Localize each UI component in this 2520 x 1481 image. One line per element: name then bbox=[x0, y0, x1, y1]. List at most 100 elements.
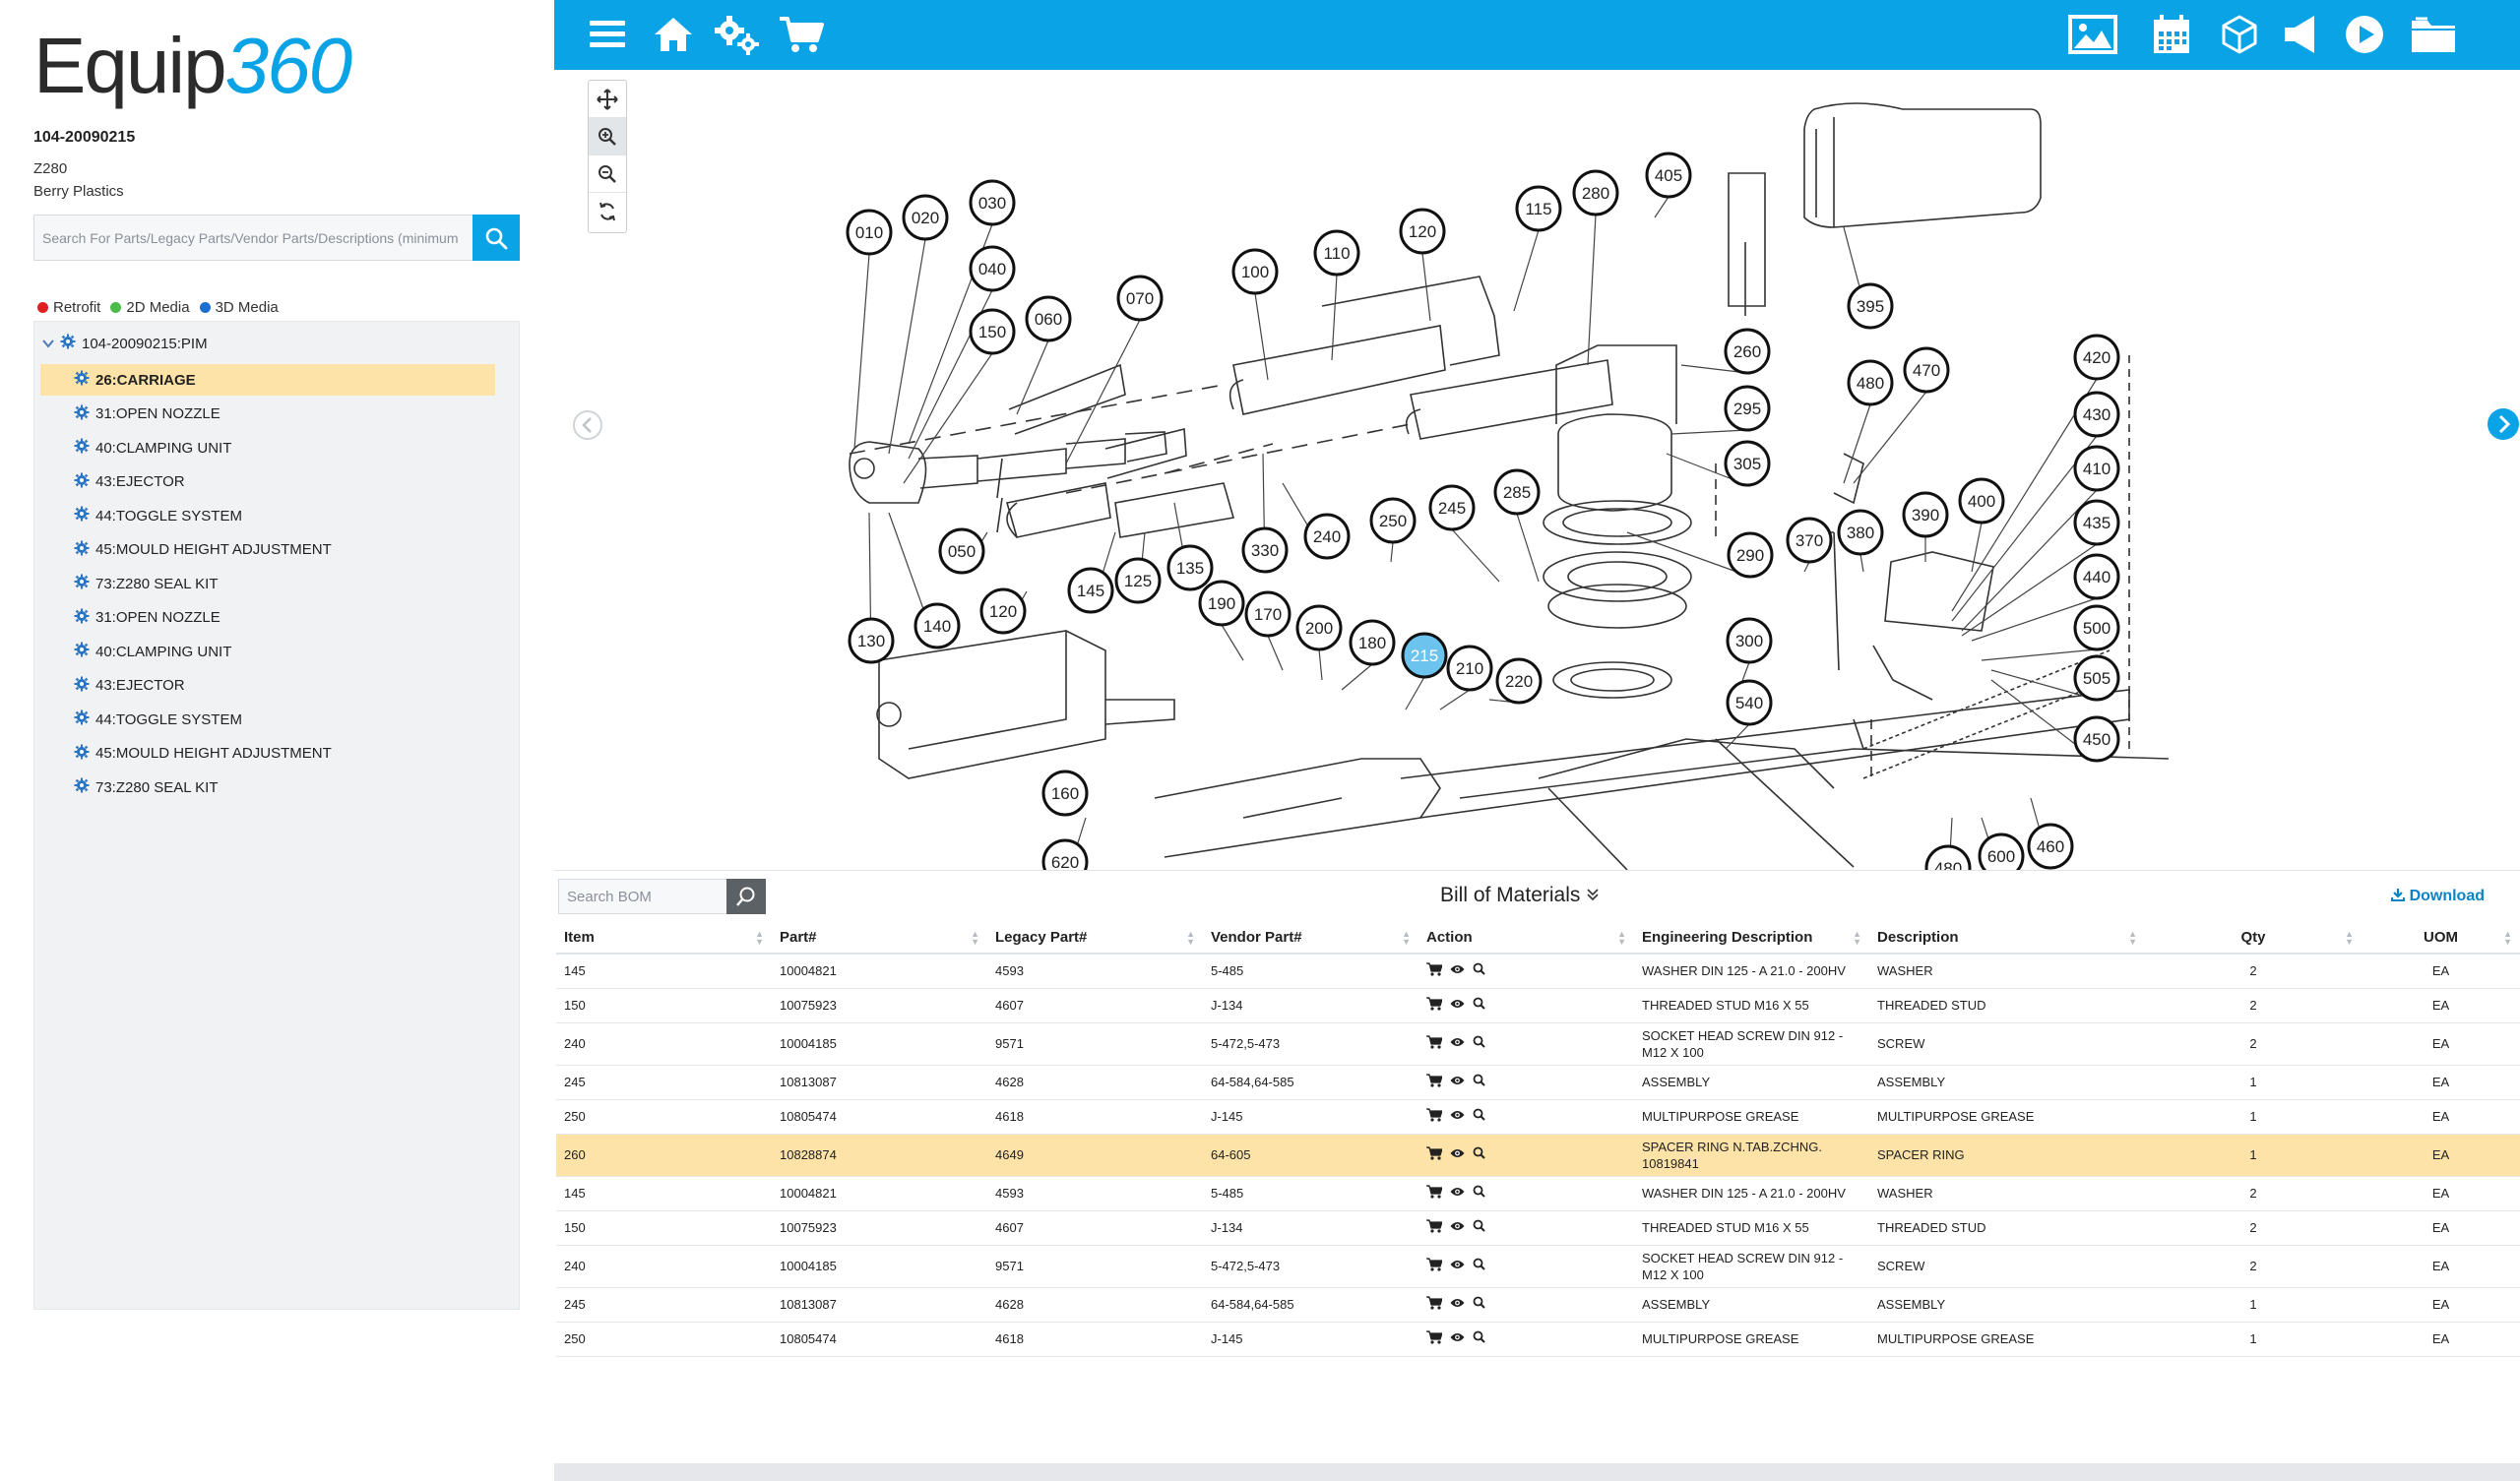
parts-search-button[interactable] bbox=[472, 215, 520, 261]
part-balloon[interactable]: 450 bbox=[2073, 715, 2120, 763]
add-to-cart-icon[interactable] bbox=[1426, 1218, 1442, 1233]
part-balloon[interactable]: 330 bbox=[1241, 526, 1289, 574]
image-icon[interactable] bbox=[2067, 12, 2118, 57]
part-balloon[interactable]: 395 bbox=[1847, 282, 1894, 330]
part-balloon[interactable]: 135 bbox=[1166, 544, 1214, 591]
sort-arrows-icon[interactable]: ▲ ▼ bbox=[2503, 930, 2512, 947]
exploded-diagram-viewer[interactable]: 010 020 030 040 150 060 070 100 110 120 115 280 405 3… bbox=[554, 70, 2520, 870]
add-to-cart-icon[interactable] bbox=[1426, 996, 1442, 1011]
zoom-out-icon[interactable] bbox=[589, 155, 626, 193]
part-balloon[interactable]: 280 bbox=[1572, 169, 1619, 216]
part-balloon[interactable]: 220 bbox=[1495, 657, 1543, 705]
add-to-cart-icon[interactable] bbox=[1426, 1073, 1442, 1087]
part-balloon[interactable]: 480 bbox=[1924, 844, 1972, 870]
view-eye-icon[interactable] bbox=[1450, 1186, 1465, 1198]
part-balloon[interactable]: 050 bbox=[938, 527, 985, 575]
part-balloon[interactable]: 370 bbox=[1786, 517, 1833, 564]
view-eye-icon[interactable] bbox=[1450, 1036, 1465, 1048]
locate-search-icon[interactable] bbox=[1473, 997, 1485, 1010]
prev-page-icon[interactable] bbox=[572, 409, 603, 446]
tree-item[interactable]: 73:Z280 SEAL KIT bbox=[40, 771, 495, 803]
bom-row[interactable]: 240 10004185 9571 5-472,5-473 SOCKET HEAD SC… bbox=[556, 1245, 2520, 1288]
bom-row[interactable]: 145 10004821 4593 5-485 WASHER DIN 125 - A 2… bbox=[556, 954, 2520, 989]
add-to-cart-icon[interactable] bbox=[1426, 1257, 1442, 1271]
tree-item[interactable]: 43:EJECTOR bbox=[40, 466, 495, 498]
locate-search-icon[interactable] bbox=[1473, 1035, 1485, 1048]
tree-item[interactable]: 73:Z280 SEAL KIT bbox=[40, 568, 495, 599]
play-icon[interactable] bbox=[2342, 12, 2387, 57]
column-header[interactable]: Vendor Part# ▲ ▼ bbox=[1203, 922, 1418, 955]
part-balloon[interactable]: 215 bbox=[1401, 632, 1448, 679]
bom-row[interactable]: 250 10805474 4618 J-145 MULTIPURPOSE GREASE M… bbox=[556, 1099, 2520, 1135]
part-balloon[interactable]: 125 bbox=[1114, 557, 1162, 604]
part-balloon[interactable]: 070 bbox=[1116, 275, 1164, 322]
part-balloon[interactable]: 120 bbox=[1399, 208, 1446, 255]
next-page-icon[interactable] bbox=[2487, 407, 2520, 446]
bom-row[interactable]: 245 10813087 4628 64-584,64-585 ASSEMBLY ASSE… bbox=[556, 1065, 2520, 1100]
locate-search-icon[interactable] bbox=[1473, 1146, 1485, 1159]
horizontal-scrollbar[interactable] bbox=[554, 1463, 2520, 1481]
part-balloon[interactable]: 505 bbox=[2073, 654, 2120, 702]
pan-icon[interactable] bbox=[589, 81, 626, 118]
locate-search-icon[interactable] bbox=[1473, 1296, 1485, 1309]
part-balloon[interactable]: 190 bbox=[1198, 580, 1245, 627]
part-balloon[interactable]: 020 bbox=[902, 194, 949, 241]
exploded-parts-diagram[interactable]: 010 020 030 040 150 060 070 100 110 120 115 280 405 3… bbox=[554, 70, 2520, 870]
sort-arrows-icon[interactable]: ▲ ▼ bbox=[755, 930, 764, 947]
tree-item[interactable]: 44:TOGGLE SYSTEM bbox=[40, 500, 495, 531]
add-to-cart-icon[interactable] bbox=[1426, 1295, 1442, 1310]
part-balloon[interactable]: 260 bbox=[1724, 328, 1771, 375]
part-balloon[interactable]: 430 bbox=[2073, 391, 2120, 438]
calendar-icon[interactable] bbox=[2151, 12, 2192, 57]
bom-row[interactable]: 240 10004185 9571 5-472,5-473 SOCKET HEAD SC… bbox=[556, 1022, 2520, 1066]
part-balloon[interactable]: 210 bbox=[1446, 645, 1493, 692]
sort-arrows-icon[interactable]: ▲ ▼ bbox=[1853, 930, 1861, 947]
column-header[interactable]: Item ▲ ▼ bbox=[556, 922, 772, 955]
part-balloon[interactable]: 440 bbox=[2073, 553, 2120, 600]
part-balloon[interactable]: 435 bbox=[2073, 499, 2120, 546]
column-header[interactable]: Legacy Part# ▲ ▼ bbox=[987, 922, 1203, 955]
tree-item[interactable]: 40:CLAMPING UNIT bbox=[40, 636, 495, 667]
part-balloon[interactable]: 180 bbox=[1349, 619, 1396, 666]
tree-item[interactable]: 31:OPEN NOZZLE bbox=[40, 399, 495, 430]
view-eye-icon[interactable] bbox=[1450, 1259, 1465, 1270]
tree-item[interactable]: 43:EJECTOR bbox=[40, 670, 495, 702]
cart-icon[interactable] bbox=[777, 12, 826, 57]
part-balloon[interactable]: 145 bbox=[1067, 567, 1114, 614]
part-balloon[interactable]: 110 bbox=[1313, 229, 1360, 277]
part-balloon[interactable]: 390 bbox=[1902, 491, 1949, 538]
tree-item[interactable]: 45:MOULD HEIGHT ADJUSTMENT bbox=[40, 738, 495, 770]
zoom-in-icon[interactable] bbox=[589, 118, 626, 155]
parts-search-input[interactable] bbox=[34, 216, 473, 260]
tree-item[interactable]: 26:CARRIAGE bbox=[40, 364, 495, 396]
add-to-cart-icon[interactable] bbox=[1426, 962, 1442, 976]
tree-item[interactable]: 40:CLAMPING UNIT bbox=[40, 432, 495, 463]
part-balloon[interactable]: 405 bbox=[1645, 152, 1692, 199]
part-balloon[interactable]: 100 bbox=[1231, 248, 1279, 295]
part-balloon[interactable]: 380 bbox=[1837, 509, 1884, 556]
part-balloon[interactable]: 500 bbox=[2073, 604, 2120, 651]
part-balloon[interactable]: 600 bbox=[1978, 833, 2025, 870]
bom-row[interactable]: 260 10828874 4649 64-605 SPACER RING N.TAB.Z… bbox=[556, 1134, 2520, 1177]
view-eye-icon[interactable] bbox=[1450, 998, 1465, 1010]
locate-search-icon[interactable] bbox=[1473, 1330, 1485, 1343]
sort-arrows-icon[interactable]: ▲ ▼ bbox=[1402, 930, 1411, 947]
home-icon[interactable] bbox=[652, 12, 695, 57]
part-balloon[interactable]: 150 bbox=[969, 308, 1016, 355]
tree-root[interactable]: 104-20090215:PIM bbox=[40, 332, 208, 355]
folder-icon[interactable] bbox=[2409, 12, 2458, 57]
tree-item[interactable]: 45:MOULD HEIGHT ADJUSTMENT bbox=[40, 534, 495, 566]
part-balloon[interactable]: 030 bbox=[969, 179, 1016, 226]
bom-row[interactable]: 150 10075923 4607 J-134 THREADED STUD M16 X … bbox=[556, 988, 2520, 1023]
cube-3d-icon[interactable] bbox=[2219, 12, 2260, 57]
part-balloon[interactable]: 295 bbox=[1724, 385, 1771, 432]
part-balloon[interactable]: 460 bbox=[2027, 823, 2074, 870]
equip360-logo[interactable]: Equip360 bbox=[33, 22, 352, 110]
locate-search-icon[interactable] bbox=[1473, 962, 1485, 975]
part-balloon[interactable]: 170 bbox=[1244, 590, 1292, 638]
sort-arrows-icon[interactable]: ▲ ▼ bbox=[2128, 930, 2137, 947]
part-balloon[interactable]: 250 bbox=[1369, 497, 1417, 544]
view-eye-icon[interactable] bbox=[1450, 1147, 1465, 1159]
column-header[interactable]: Description ▲ ▼ bbox=[1869, 922, 2145, 955]
part-balloon[interactable]: 200 bbox=[1295, 604, 1343, 651]
